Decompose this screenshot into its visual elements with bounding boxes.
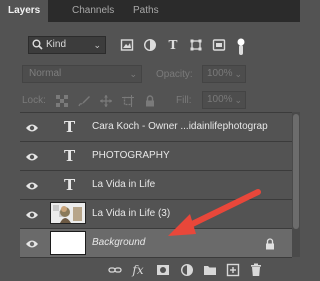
layer-name[interactable]: La Vida in Life <box>92 179 155 190</box>
filter-row: Kind ⌄ T <box>0 32 300 56</box>
chevron-down-icon: ⌄ <box>93 40 101 50</box>
fill-label: Fill: <box>176 95 192 106</box>
text-layer-icon: T <box>64 147 76 165</box>
layer-list: T Cara Koch - Owner ...idainlifephotogra… <box>20 112 292 258</box>
layer-row[interactable]: La Vida in Life (3) <box>20 200 292 229</box>
layer-list-scrollbar[interactable] <box>292 112 300 257</box>
filter-toggle-icon[interactable] <box>234 38 248 55</box>
tab-paths[interactable]: Paths <box>133 0 159 22</box>
tab-channels[interactable]: Channels <box>72 0 114 22</box>
layer-style-fx-icon[interactable]: fx <box>131 263 145 277</box>
filter-kind-select[interactable]: Kind ⌄ <box>28 36 106 54</box>
layer-thumbnail <box>50 202 86 224</box>
lock-artboard-icon[interactable] <box>122 95 134 107</box>
text-layer-icon: T <box>64 118 76 136</box>
link-layers-icon[interactable] <box>108 263 122 277</box>
layer-row[interactable]: T PHOTOGRAPHY <box>20 142 292 171</box>
chevron-down-icon: ⌄ <box>129 69 137 79</box>
text-layer-icon: T <box>64 176 76 194</box>
layer-row[interactable]: T Cara Koch - Owner ...idainlifephotogra… <box>20 113 292 142</box>
chevron-down-icon: ⌄ <box>234 69 242 79</box>
panel-tab-bar: Layers Channels Paths <box>0 0 300 22</box>
new-layer-icon[interactable] <box>226 263 240 277</box>
tab-layers[interactable]: Layers <box>0 0 48 22</box>
new-group-folder-icon[interactable] <box>203 263 217 277</box>
scrollbar-thumb[interactable] <box>293 114 299 229</box>
layers-toolbar: fx <box>0 259 300 281</box>
lock-image-pixels-icon[interactable] <box>78 95 90 107</box>
type-layer-filter-icon[interactable]: T <box>166 38 180 52</box>
layer-name[interactable]: PHOTOGRAPHY <box>92 150 170 161</box>
fill-field[interactable]: 100% ⌄ <box>202 91 246 109</box>
add-mask-icon[interactable] <box>156 263 170 277</box>
lock-transparent-pixels-icon[interactable] <box>56 95 68 107</box>
visibility-eye-icon[interactable] <box>25 150 39 162</box>
layer-row-background[interactable]: Background <box>20 229 292 258</box>
delete-layer-trash-icon[interactable] <box>249 263 263 277</box>
layer-name[interactable]: Cara Koch - Owner ...idainlifephotograp <box>92 121 268 132</box>
new-adjustment-layer-icon[interactable] <box>180 263 194 277</box>
layer-name[interactable]: Background <box>92 237 145 248</box>
blend-mode-value: Normal <box>29 68 62 79</box>
lock-position-icon[interactable] <box>100 95 112 107</box>
blend-mode-select[interactable]: Normal ⌄ <box>22 65 142 83</box>
visibility-eye-icon[interactable] <box>25 208 39 220</box>
visibility-eye-icon[interactable] <box>25 179 39 191</box>
layers-panel: Kind ⌄ T Normal ⌄ Opacity: 100% ⌄ Lock: … <box>0 22 300 281</box>
opacity-label: Opacity: <box>156 69 193 80</box>
adjustment-layer-filter-icon[interactable] <box>143 38 157 52</box>
blend-row: Normal ⌄ Opacity: 100% ⌄ <box>0 62 300 86</box>
visibility-eye-icon[interactable] <box>25 237 39 249</box>
visibility-eye-icon[interactable] <box>25 121 39 133</box>
opacity-value: 100% <box>207 68 233 79</box>
background-thumbnail <box>50 231 86 255</box>
search-icon <box>32 39 43 56</box>
fill-value: 100% <box>207 94 233 105</box>
layer-name[interactable]: La Vida in Life (3) <box>92 208 170 219</box>
lock-label: Lock: <box>22 95 46 106</box>
smart-object-filter-icon[interactable] <box>212 38 226 52</box>
shape-layer-filter-icon[interactable] <box>189 38 203 52</box>
lock-icon <box>265 238 275 253</box>
filter-kind-label: Kind <box>46 39 67 50</box>
opacity-field[interactable]: 100% ⌄ <box>202 65 246 83</box>
pixel-layer-filter-icon[interactable] <box>120 38 134 52</box>
lock-all-icon[interactable] <box>144 95 156 107</box>
layer-row[interactable]: T La Vida in Life <box>20 171 292 200</box>
chevron-down-icon: ⌄ <box>234 95 242 105</box>
lock-row: Lock: Fill: 100% ⌄ <box>0 90 300 112</box>
